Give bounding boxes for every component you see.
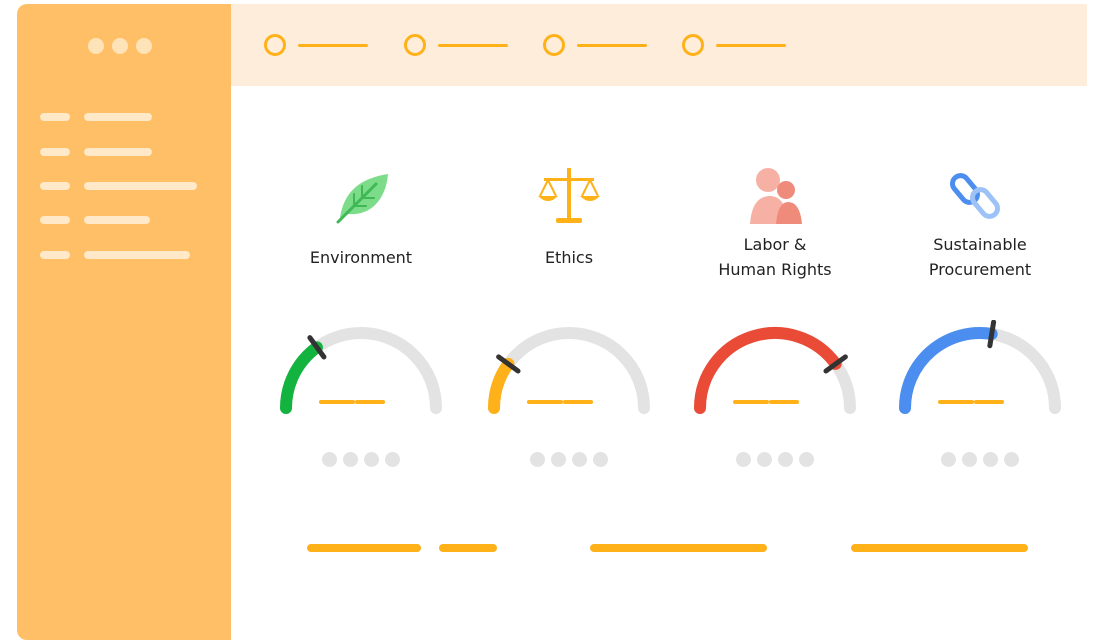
window-controls: [88, 38, 152, 54]
gauge-needle: [987, 320, 997, 349]
people-icon: [750, 168, 802, 224]
app-window: Environment Ethics Labor & Human Rights …: [0, 0, 1094, 640]
chain-link-icon: [950, 173, 1000, 219]
sidebar: [17, 4, 231, 640]
gauge-fill: [899, 327, 998, 414]
pager-dots: [880, 452, 1080, 467]
scales-icon: [538, 168, 600, 223]
gauge-fill: [280, 341, 323, 414]
gauge-track: [899, 327, 1061, 414]
pager-dots: [261, 452, 461, 467]
window-dot-3[interactable]: [136, 38, 152, 54]
score-gauge: [899, 320, 1061, 414]
placeholder-bar: [851, 544, 1028, 552]
score-gauge: [694, 327, 856, 414]
placeholder-bar: [590, 544, 767, 552]
category-label: Environment: [309, 248, 413, 267]
category-card-ethics[interactable]: Ethics: [469, 150, 669, 500]
category-label: Labor & Human Rights: [718, 235, 832, 279]
window-dot-1[interactable]: [88, 38, 104, 54]
score-gauge: [280, 327, 442, 414]
stepper-bar: [231, 4, 1087, 86]
placeholder-bar: [307, 544, 421, 552]
gauge-track: [280, 327, 442, 414]
pager-dots: [675, 452, 875, 467]
category-card-labor-human-rights[interactable]: Labor & Human Rights: [675, 150, 875, 500]
category-card-sustainable-procurement[interactable]: Sustainable Procurement: [880, 150, 1080, 500]
category-label: Sustainable Procurement: [928, 235, 1032, 279]
leaf-icon: [336, 174, 388, 224]
placeholder-bar: [439, 544, 497, 552]
gauge-fill: [694, 327, 842, 414]
category-label: Ethics: [544, 248, 594, 267]
gauge-fill: [488, 357, 515, 414]
score-gauge: [488, 327, 650, 414]
category-card-environment[interactable]: Environment: [261, 150, 461, 500]
window-dot-2[interactable]: [112, 38, 128, 54]
pager-dots: [469, 452, 669, 467]
